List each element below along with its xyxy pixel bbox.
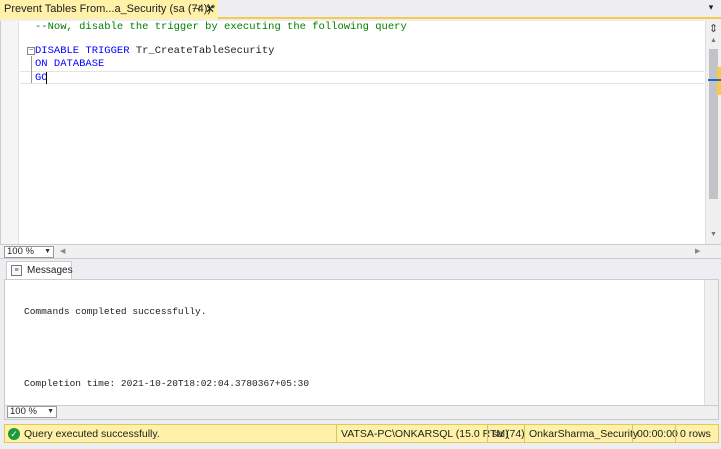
messages-text: Commands completed successfully. Complet… [24, 282, 309, 414]
change-marker [717, 67, 721, 95]
code-line-comment: --Now, disable the trigger by executing … [35, 21, 407, 34]
caret-marker [708, 79, 721, 81]
pin-icon[interactable]: ⊣ [190, 0, 202, 19]
results-bottom-bar: 100 % ▼ [4, 406, 719, 420]
results-tab-strip: ≡ Messages [0, 260, 721, 279]
scroll-up-icon[interactable]: ▲ [708, 37, 719, 47]
tab-list-dropdown-icon[interactable]: ▾ [705, 2, 717, 16]
editor-vertical-scrollbar[interactable]: ⇕ ▲ ▼ [705, 21, 721, 244]
document-tab-title: Prevent Tables From...a_Security (sa (74… [4, 3, 216, 15]
results-zoom-select[interactable]: 100 % ▼ [7, 406, 57, 418]
close-icon[interactable]: ✕ [204, 0, 216, 19]
trigger-name: Tr_CreateTableSecurity [135, 45, 275, 57]
messages-pane[interactable]: Commands completed successfully. Complet… [4, 279, 719, 406]
editor-zoom-select[interactable]: 100 % ▼ [4, 246, 54, 258]
keyword-disable-trigger: DISABLE TRIGGER [35, 45, 130, 57]
status-database: OnkarSharma_Security [524, 425, 638, 443]
collapse-icon[interactable]: − [27, 47, 35, 55]
keyword-on-database: ON DATABASE [35, 58, 105, 70]
tab-messages[interactable]: ≡ Messages [6, 261, 73, 279]
results-vertical-scrollbar[interactable] [704, 280, 718, 405]
code-line-on-database: ON DATABASE [35, 58, 104, 71]
split-icon[interactable]: ⇕ [708, 23, 719, 35]
editor-bottom-bar: 100 % ▼ ◀ ▶ [0, 244, 721, 259]
editor-margin [1, 21, 19, 244]
tab-messages-label: Messages [27, 265, 73, 276]
messages-icon: ≡ [11, 265, 22, 276]
code-area[interactable]: --Now, disable the trigger by executing … [35, 21, 407, 101]
outline-guide [31, 56, 32, 83]
success-check-icon: ✓ [8, 428, 20, 440]
comment-text: --Now, disable the trigger by executing … [35, 21, 407, 33]
scroll-down-icon[interactable]: ▼ [708, 231, 719, 241]
chevron-down-icon: ▼ [44, 248, 51, 255]
status-message: Query executed successfully. [24, 428, 160, 440]
status-bar: ✓ Query executed successfully. VATSA-PC\… [4, 424, 719, 443]
chevron-down-icon: ▼ [47, 408, 54, 415]
document-tab[interactable]: Prevent Tables From...a_Security (sa (74… [0, 0, 218, 19]
status-user: sa (74) [487, 425, 525, 443]
status-server: VATSA-PC\ONKARSQL (15.0 RTM) [336, 425, 509, 443]
query-editor[interactable]: − --Now, disable the trigger by executin… [0, 21, 721, 244]
message-line: Commands completed successfully. [24, 306, 207, 317]
editor-zoom-value: 100 % [7, 246, 34, 257]
status-rows: 0 rows [675, 425, 711, 443]
scroll-right-icon[interactable]: ▶ [695, 247, 700, 255]
text-caret [46, 72, 47, 84]
current-line-highlight [20, 71, 704, 84]
message-line: Completion time: 2021-10-20T18:02:04.378… [24, 378, 310, 389]
document-tab-strip: Prevent Tables From...a_Security (sa (74… [0, 0, 721, 19]
results-zoom-value: 100 % [10, 406, 37, 417]
scroll-left-icon[interactable]: ◀ [60, 247, 65, 255]
status-elapsed: 00:00:00 [632, 425, 678, 443]
message-line [24, 342, 309, 354]
code-line-disable: DISABLE TRIGGER Tr_CreateTableSecurity [35, 45, 274, 58]
